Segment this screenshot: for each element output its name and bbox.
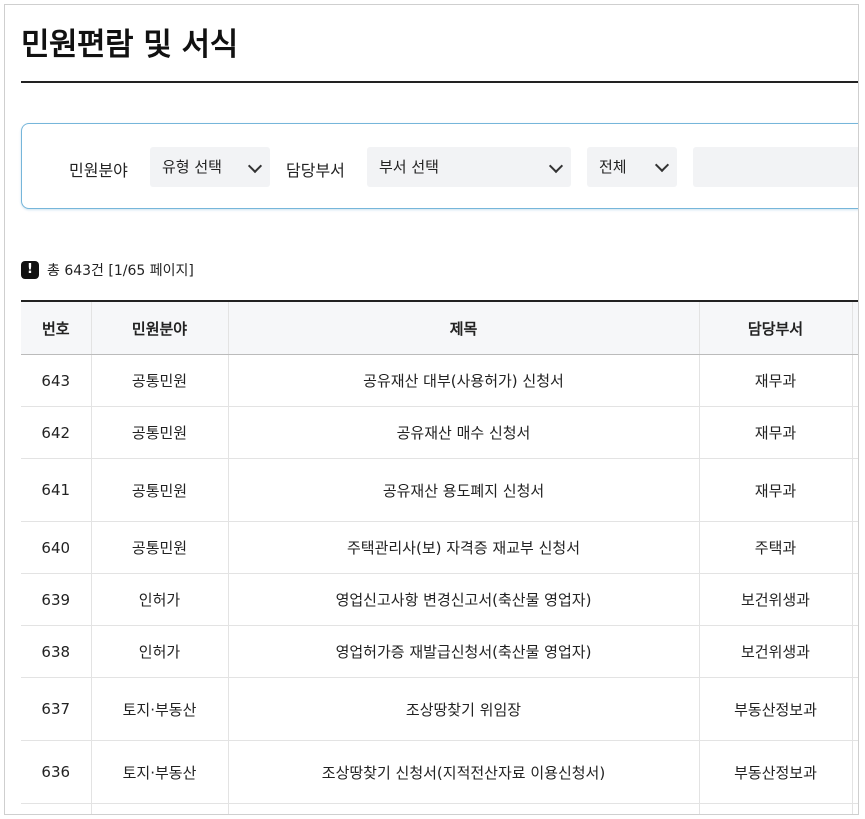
exclamation-icon: !: [21, 261, 39, 279]
title-divider: [21, 81, 858, 83]
cell-category: 공통민원: [90, 458, 228, 522]
table-row[interactable]: 643 공통민원 공유재산 대부(사용허가) 신청서 재무과: [21, 354, 858, 407]
cell-title-link[interactable]: 조상땅찾기 위임장: [227, 677, 699, 741]
cell-extra: [851, 521, 858, 574]
dept-label: 담당부서: [286, 161, 345, 180]
table-row[interactable]: 638 인허가 영업허가증 재발급신청서(축산물 영업자) 보건위생과: [21, 625, 858, 678]
header-title: 제목: [227, 300, 699, 355]
cell-title-link[interactable]: 영업허가증 재발급신청서(축산물 영업자): [227, 625, 699, 678]
cell-department: 재무과: [698, 406, 852, 459]
cell-category: 토지·부동산: [90, 740, 228, 804]
page-frame: 민원편람 및 서식 민원분야 유형 선택 담당부서 부서 선택 전체 ! 총 6…: [4, 4, 859, 815]
cell-category: 공통민원: [90, 354, 228, 407]
chevron-down-icon: [654, 157, 670, 173]
chevron-down-icon: [548, 158, 564, 174]
cell-number: 640: [21, 521, 91, 574]
cell-number: [21, 803, 91, 814]
cell-category: 인허가: [90, 573, 228, 626]
table-row[interactable]: 639 인허가 영업신고사항 변경신고서(축산물 영업자) 보건위생과: [21, 573, 858, 626]
keyword-input[interactable]: [693, 147, 858, 187]
cell-number: 636: [21, 740, 91, 804]
table-row[interactable]: 640 공통민원 주택관리사(보) 자격증 재교부 신청서 주택과: [21, 521, 858, 574]
result-summary: ! 총 643건 [1/65 페이지]: [21, 260, 194, 280]
cell-number: 643: [21, 354, 91, 407]
result-count: 총 643건 [1/65 페이지]: [47, 263, 194, 279]
header-number: 번호: [21, 300, 91, 355]
cell-number: 639: [21, 573, 91, 626]
forms-table: 번호 민원분야 제목 담당부서 643 공통민원 공유재산 대부(사용허가) 신…: [21, 300, 858, 814]
category-label: 민원분야: [69, 161, 128, 180]
cell-extra: [851, 677, 858, 741]
search-panel: 민원분야 유형 선택 담당부서 부서 선택 전체: [21, 123, 858, 209]
category-select[interactable]: 유형 선택: [150, 147, 270, 187]
cell-department: [698, 803, 852, 814]
dept-select[interactable]: 부서 선택: [367, 147, 571, 187]
cell-title-link[interactable]: 공유재산 매수 신청서: [227, 406, 699, 459]
table-row[interactable]: 642 공통민원 공유재산 매수 신청서 재무과: [21, 406, 858, 459]
cell-title-link[interactable]: 주택관리사(보) 자격증 재교부 신청서: [227, 521, 699, 574]
cell-extra: [851, 458, 858, 522]
page-title: 민원편람 및 서식: [21, 27, 238, 63]
cell-department: 보건위생과: [698, 573, 852, 626]
cell-title-link[interactable]: 영업신고사항 변경신고서(축산물 영업자): [227, 573, 699, 626]
cell-category: 토지·부동산: [90, 677, 228, 741]
scope-select[interactable]: 전체: [587, 147, 677, 187]
cell-number: 638: [21, 625, 91, 678]
cell-department: 주택과: [698, 521, 852, 574]
cell-category: 인허가: [90, 625, 228, 678]
table-header-row: 번호 민원분야 제목 담당부서: [21, 300, 858, 355]
cell-category: [90, 803, 228, 814]
cell-extra: [851, 573, 858, 626]
cell-number: 642: [21, 406, 91, 459]
cell-extra: [851, 803, 858, 814]
cell-department: 부동산정보과: [698, 740, 852, 804]
scope-select-value: 전체: [599, 158, 627, 176]
category-select-value: 유형 선택: [162, 158, 222, 176]
cell-number: 641: [21, 458, 91, 522]
cell-extra: [851, 406, 858, 459]
cell-extra: [851, 740, 858, 804]
cell-extra: [851, 625, 858, 678]
table-row[interactable]: 636 토지·부동산 조상땅찾기 신청서(지적전산자료 이용신청서) 부동산정보…: [21, 740, 858, 804]
cell-category: 공통민원: [90, 521, 228, 574]
dept-select-value: 부서 선택: [379, 158, 439, 176]
cell-department: 부동산정보과: [698, 677, 852, 741]
header-category: 민원분야: [90, 300, 228, 355]
cell-extra: [851, 354, 858, 407]
table-row[interactable]: 641 공통민원 공유재산 용도폐지 신청서 재무과: [21, 458, 858, 522]
table-row[interactable]: 637 토지·부동산 조상땅찾기 위임장 부동산정보과: [21, 677, 858, 741]
cell-department: 보건위생과: [698, 625, 852, 678]
header-extra: [851, 300, 858, 355]
cell-number: 637: [21, 677, 91, 741]
cell-title-link[interactable]: 공유재산 대부(사용허가) 신청서: [227, 354, 699, 407]
cell-department: 재무과: [698, 354, 852, 407]
cell-title-link[interactable]: 조상땅찾기 신청서(지적전산자료 이용신청서): [227, 740, 699, 804]
header-department: 담당부서: [698, 300, 852, 355]
cell-category: 공통민원: [90, 406, 228, 459]
cell-department: 재무과: [698, 458, 852, 522]
cell-title-link[interactable]: 공유재산 용도폐지 신청서: [227, 458, 699, 522]
chevron-down-icon: [247, 158, 263, 174]
cell-title-link[interactable]: [227, 803, 699, 814]
table-row[interactable]: [21, 803, 858, 814]
